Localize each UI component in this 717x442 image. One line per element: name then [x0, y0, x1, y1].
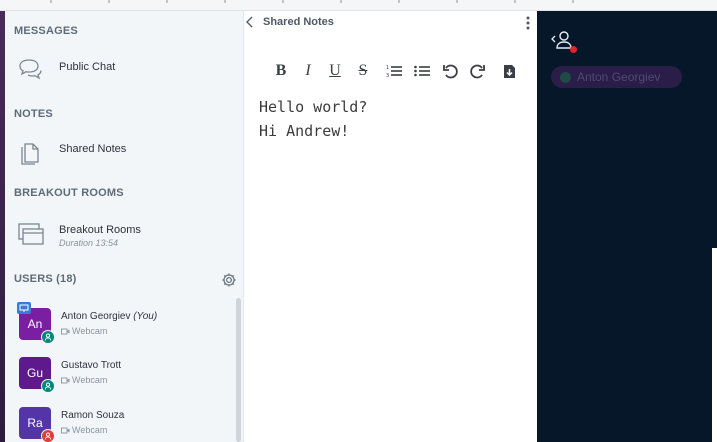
user-row[interactable]: An Anton Georgiev (You) Webcam: [17, 302, 234, 348]
ordered-list-icon[interactable]: 13: [383, 61, 405, 81]
bullet-list-icon[interactable]: [411, 61, 433, 81]
breakout-rooms-label: Breakout Rooms: [59, 224, 141, 236]
presenter-name: Anton Georgiev: [577, 70, 661, 84]
breakout-duration: Duration 13:54: [59, 238, 119, 248]
user-row[interactable]: Ra Ramon Souza Webcam: [19, 407, 234, 442]
chevron-left-icon[interactable]: [244, 15, 256, 29]
webcam-label: Webcam: [72, 425, 108, 435]
presenter-pill[interactable]: Anton Georgiev: [551, 66, 682, 88]
underline-icon[interactable]: U: [324, 61, 346, 81]
undo-icon[interactable]: [439, 61, 461, 81]
top-bar-decor: [20, 0, 620, 3]
chat-icon: [19, 59, 42, 80]
gear-icon[interactable]: [221, 272, 237, 288]
webcam-icon: [61, 328, 70, 334]
notification-dot: [570, 46, 577, 53]
public-chat-item[interactable]: Public Chat: [12, 50, 237, 90]
strikethrough-icon[interactable]: S: [352, 61, 374, 81]
top-bar: [0, 0, 717, 11]
app-window: MESSAGES Public Chat NOTES Shared Notes …: [0, 0, 717, 442]
webcam-status: Webcam: [61, 326, 107, 336]
notes-editor[interactable]: Hello world? Hi Andrew!: [259, 95, 529, 143]
user-name: Ramon Souza: [61, 410, 125, 421]
avatar-initials: Ra: [27, 416, 43, 430]
talking-indicator-icon: [560, 71, 571, 83]
public-chat-label: Public Chat: [59, 61, 116, 73]
window-edge: [0, 11, 5, 442]
user-row[interactable]: Gu Gustavo Trott Webcam: [19, 357, 234, 397]
user-name: Anton Georgiev (You): [61, 311, 158, 322]
webcam-status: Webcam: [61, 375, 107, 385]
user-name: Gustavo Trott: [61, 360, 122, 371]
notes-line: Hello world?: [259, 98, 368, 116]
webcam-status: Webcam: [61, 425, 107, 435]
moderator-badge: [41, 379, 55, 393]
notes-line: Hi Andrew!: [259, 122, 350, 140]
notes-section-title: NOTES: [14, 108, 53, 120]
svg-text:3: 3: [386, 73, 389, 78]
shared-notes-panel: Shared Notes B I U S 13 Hello world? Hi …: [243, 11, 537, 442]
users-section-title: USERS (18): [14, 273, 77, 285]
more-options-icon[interactable]: [525, 15, 531, 31]
breakout-section-title: BREAKOUT ROOMS: [14, 187, 124, 199]
shared-notes-item[interactable]: Shared Notes: [12, 132, 237, 172]
import-icon[interactable]: [498, 61, 520, 81]
webcam-icon: [61, 427, 70, 433]
notes-title: Shared Notes: [263, 16, 334, 28]
notes-icon: [21, 143, 39, 165]
users-scrollbar[interactable]: [236, 298, 241, 442]
redo-icon[interactable]: [467, 61, 489, 81]
svg-text:1: 1: [386, 65, 389, 71]
avatar-initials: Gu: [26, 366, 43, 380]
bold-icon[interactable]: B: [270, 61, 292, 81]
muted-badge: [41, 429, 55, 442]
you-label: (You): [133, 311, 158, 322]
moderator-badge: [41, 330, 55, 344]
presentation-area: Anton Georgiev: [537, 11, 717, 442]
breakout-rooms-icon: [18, 223, 44, 245]
webcam-icon: [61, 377, 70, 383]
shared-notes-label: Shared Notes: [59, 143, 127, 155]
presenter-icon: [17, 302, 31, 314]
presentation-edge: [712, 248, 717, 442]
breakout-rooms-item[interactable]: Breakout Rooms Duration 13:54: [12, 213, 237, 253]
avatar-initials: An: [27, 317, 43, 331]
italic-icon[interactable]: I: [297, 61, 319, 81]
webcam-label: Webcam: [72, 375, 108, 385]
messages-section-title: MESSAGES: [14, 25, 78, 37]
notes-header: Shared Notes: [244, 11, 538, 35]
webcam-label: Webcam: [72, 326, 108, 336]
